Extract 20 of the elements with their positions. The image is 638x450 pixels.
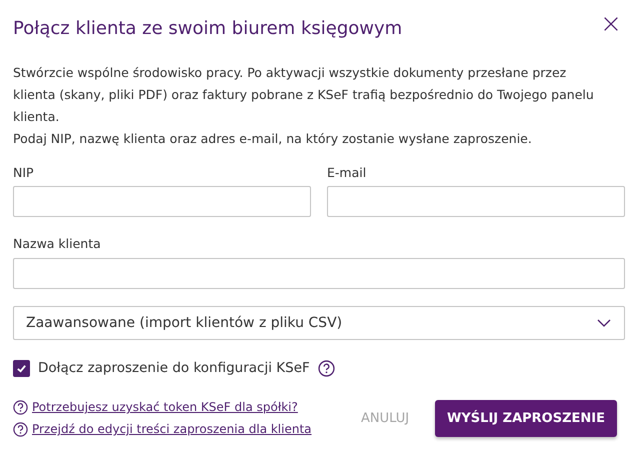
description-text: Podaj NIP, nazwę klienta oraz adres e-mail, na który zostanie wysłane zaproszenie. [13, 130, 533, 148]
help-icon[interactable] [13, 422, 28, 437]
field-label: NIP [13, 164, 35, 182]
field-label: Nazwa klienta [13, 235, 102, 254]
caret-icon [596, 317, 612, 330]
dropdown-select[interactable]: Zaawansowane (import klientów z pliku CSV) [13, 306, 625, 340]
check-icon [16, 362, 27, 374]
description-text: Stwórzcie wspólne środowisko pracy. Po aktywacji wszystkie dokumenty przesłane przez klienta (skany, pliki PDF) oraz faktury pobrane z KSeF trafią bezpośrednio do Twojego panelu klienta. [13, 64, 595, 126]
help-icon[interactable] [13, 400, 28, 415]
help-link[interactable]: Przejdź do edycji treści zaproszenia dla klienta [32, 420, 312, 438]
help-icon[interactable] [318, 360, 335, 377]
input-field[interactable] [327, 186, 625, 218]
input-field[interactable] [13, 258, 625, 290]
dialog-title: Połącz klienta ze swoim biurem księgowym [13, 18, 402, 40]
help-link[interactable]: Potrzebujesz uzyskać token KSeF dla spółki? [32, 398, 298, 416]
send-button[interactable]: WYŚLIJ ZAPROSZENIE [435, 400, 617, 438]
checkbox[interactable] [13, 360, 30, 377]
checkbox-label: Dołącz zaproszenie do konfiguracji KSeF [38, 359, 310, 378]
field-label: E-mail [327, 164, 368, 182]
input-field[interactable] [13, 186, 311, 218]
